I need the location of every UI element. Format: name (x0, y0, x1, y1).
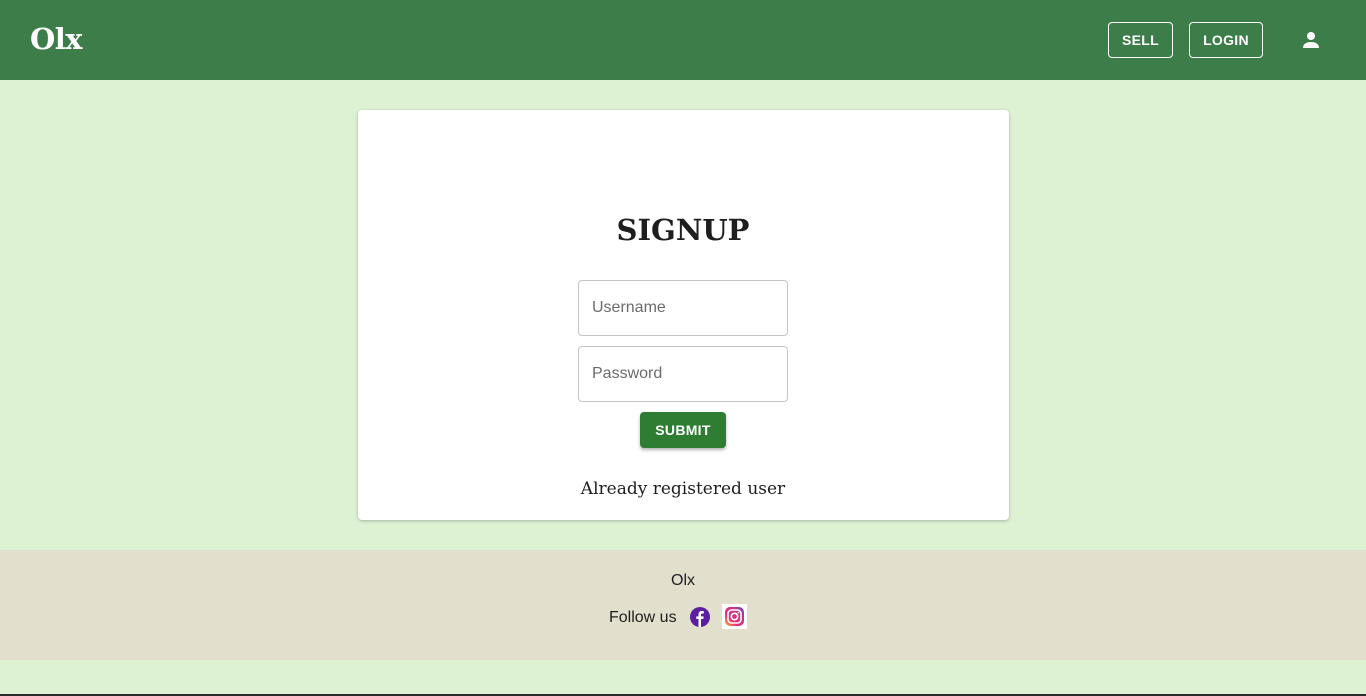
signup-title: SIGNUP (616, 213, 750, 247)
instagram-icon[interactable] (722, 604, 747, 629)
sell-button[interactable]: SELL (1108, 22, 1173, 58)
follow-us-label: Follow us (609, 609, 677, 626)
already-registered-link[interactable]: Already registered user (0, 476, 1366, 502)
username-input[interactable] (578, 280, 788, 336)
login-button[interactable]: LOGIN (1189, 22, 1263, 58)
facebook-icon[interactable] (690, 607, 710, 627)
footer-brand: Olx (671, 572, 695, 589)
submit-button[interactable]: SUBMIT (640, 412, 726, 448)
site-logo[interactable]: Olx (30, 20, 83, 58)
footer (0, 550, 1366, 660)
top-app-bar: Olx SELL LOGIN (0, 0, 1366, 80)
person-icon[interactable] (1299, 28, 1323, 52)
password-input[interactable] (578, 346, 788, 402)
